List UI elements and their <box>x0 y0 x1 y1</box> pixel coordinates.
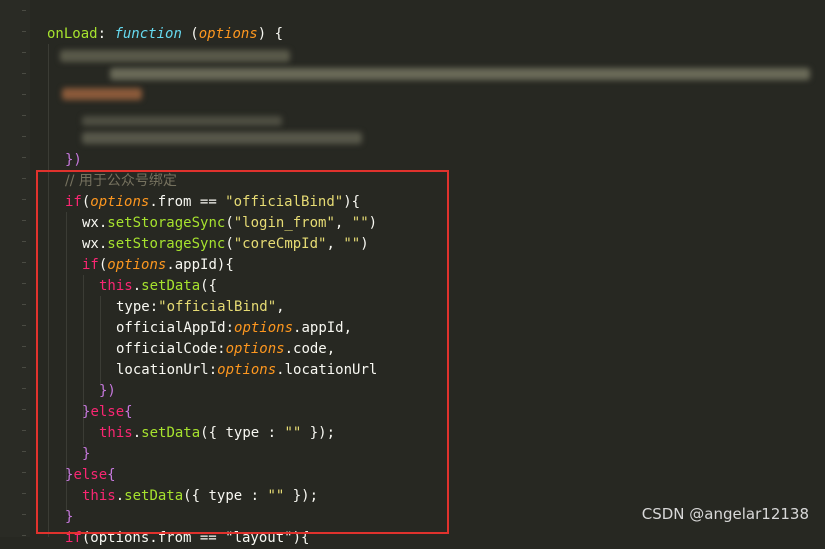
watermark: CSDN @angelar12138 <box>641 505 809 523</box>
redacted-code <box>110 68 810 80</box>
token-onload: onLoad <box>47 26 98 42</box>
redacted-code <box>82 132 362 144</box>
code-line-close-obj: }) <box>65 152 82 168</box>
code-editor[interactable]: onLoad: function (options) { }) // 用于公众号… <box>0 0 825 546</box>
code-line-onload: onLoad: function (options) { <box>47 26 284 42</box>
redacted-code <box>62 88 142 100</box>
highlight-annotation-box <box>36 170 449 534</box>
redacted-code <box>60 50 290 62</box>
redacted-code <box>82 116 282 126</box>
